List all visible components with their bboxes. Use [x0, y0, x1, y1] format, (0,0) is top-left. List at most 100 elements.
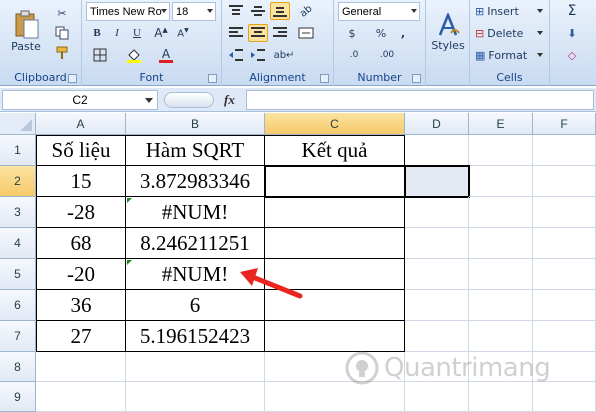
row-header-9[interactable]: 9	[0, 382, 36, 412]
cell-e5[interactable]	[469, 259, 533, 290]
col-header-e[interactable]: E	[469, 113, 533, 135]
insert-function-button[interactable]: fx	[224, 92, 235, 108]
orientation-button[interactable]: ab	[294, 2, 318, 20]
cell-a3[interactable]: -28	[36, 197, 126, 228]
cell-c7[interactable]	[265, 321, 405, 352]
clipboard-launcher[interactable]	[68, 74, 77, 83]
cell-e6[interactable]	[469, 290, 533, 321]
name-box[interactable]: C2	[2, 90, 158, 110]
cell-c2[interactable]	[264, 165, 406, 198]
row-header-6[interactable]: 6	[0, 290, 36, 321]
align-top-button[interactable]	[226, 2, 246, 20]
row-header-1[interactable]: 1	[0, 135, 36, 166]
cell-a4[interactable]: 68	[36, 228, 126, 259]
cell-f5[interactable]	[533, 259, 596, 290]
cell-a6[interactable]: 36	[36, 290, 126, 321]
row-header-3[interactable]: 3	[0, 197, 36, 228]
cell-d1[interactable]	[405, 135, 469, 166]
font-family-select[interactable]: Times New Ro	[86, 2, 170, 21]
cell-c4[interactable]	[265, 228, 405, 259]
paste-button[interactable]: Paste	[6, 4, 46, 58]
cell-e3[interactable]	[469, 197, 533, 228]
align-right-button[interactable]	[270, 24, 290, 42]
increase-decimal-button[interactable]: .0	[340, 46, 368, 64]
number-launcher[interactable]	[412, 74, 421, 83]
bold-button[interactable]: B	[88, 24, 106, 42]
format-button[interactable]: ▦ Format	[474, 46, 546, 64]
insert-button[interactable]: ⊞ Insert	[474, 2, 546, 20]
alignment-launcher[interactable]	[320, 74, 329, 83]
align-middle-button[interactable]	[248, 2, 268, 20]
cell-b3[interactable]: #NUM!	[126, 197, 265, 228]
clear-button[interactable]: ◇	[554, 46, 590, 64]
cell-a2[interactable]: 15	[36, 166, 126, 197]
cell-f9[interactable]	[533, 382, 596, 412]
fill-color-button[interactable]	[122, 46, 146, 64]
cell-e9[interactable]	[469, 382, 533, 412]
delete-button[interactable]: ⊟ Delete	[474, 24, 546, 42]
align-center-button[interactable]	[248, 24, 268, 42]
cell-d4[interactable]	[405, 228, 469, 259]
cell-f6[interactable]	[533, 290, 596, 321]
merge-center-button[interactable]	[294, 24, 318, 42]
font-size-select[interactable]: 18	[172, 2, 216, 21]
font-color-button[interactable]: A	[154, 46, 178, 64]
col-header-d[interactable]: D	[405, 113, 469, 135]
wrap-text-button[interactable]: ab↵	[270, 46, 298, 64]
cell-c9[interactable]	[265, 382, 405, 412]
cell-f2[interactable]	[533, 166, 596, 197]
cell-d5[interactable]	[405, 259, 469, 290]
cell-e4[interactable]	[469, 228, 533, 259]
decrease-decimal-button[interactable]: .00	[372, 46, 402, 64]
row-header-8[interactable]: 8	[0, 352, 36, 382]
cell-d3[interactable]	[405, 197, 469, 228]
cell-d9[interactable]	[405, 382, 469, 412]
formula-bar-splitter[interactable]	[164, 92, 214, 108]
cell-a7[interactable]: 27	[36, 321, 126, 352]
cell-b8[interactable]	[126, 352, 265, 382]
fill-button[interactable]: ⬇	[554, 24, 590, 42]
row-header-4[interactable]: 4	[0, 228, 36, 259]
cell-d2[interactable]	[404, 165, 470, 198]
cell-b9[interactable]	[126, 382, 265, 412]
col-header-c[interactable]: C	[265, 113, 405, 135]
col-header-f[interactable]: F	[533, 113, 596, 135]
cell-c3[interactable]	[265, 197, 405, 228]
font-launcher[interactable]	[208, 74, 217, 83]
underline-button[interactable]: U	[128, 24, 146, 42]
italic-button[interactable]: I	[108, 24, 126, 42]
cut-button[interactable]: ✂	[52, 4, 72, 22]
format-painter-button[interactable]	[52, 44, 72, 62]
cell-f4[interactable]	[533, 228, 596, 259]
currency-button[interactable]: $	[340, 24, 364, 42]
align-left-button[interactable]	[226, 24, 246, 42]
cell-b1[interactable]: Hàm SQRT	[126, 135, 265, 166]
cell-e1[interactable]	[469, 135, 533, 166]
formula-input[interactable]	[246, 90, 594, 110]
align-bottom-button[interactable]	[270, 2, 290, 20]
cell-b2[interactable]: 3.872983346	[126, 166, 265, 197]
cell-a8[interactable]	[36, 352, 126, 382]
cell-a9[interactable]	[36, 382, 126, 412]
decrease-indent-button[interactable]	[226, 46, 246, 64]
cell-f7[interactable]	[533, 321, 596, 352]
select-all-button[interactable]	[0, 113, 36, 135]
cell-e7[interactable]	[469, 321, 533, 352]
cell-d6[interactable]	[405, 290, 469, 321]
cell-f1[interactable]	[533, 135, 596, 166]
copy-button[interactable]	[52, 24, 72, 42]
cell-a5[interactable]: -20	[36, 259, 126, 290]
grow-font-button[interactable]: A▲	[152, 24, 170, 42]
cell-d7[interactable]	[405, 321, 469, 352]
number-format-select[interactable]: General	[338, 2, 420, 21]
autosum-button[interactable]: Σ	[554, 2, 590, 20]
cell-e2[interactable]	[469, 166, 533, 197]
shrink-font-button[interactable]: A▼	[174, 24, 192, 42]
col-header-b[interactable]: B	[126, 113, 265, 135]
row-header-5[interactable]: 5	[0, 259, 36, 290]
percent-button[interactable]: %	[372, 24, 390, 42]
col-header-a[interactable]: A	[36, 113, 126, 135]
cell-c1[interactable]: Kết quả	[265, 135, 405, 166]
cell-b7[interactable]: 5.196152423	[126, 321, 265, 352]
increase-indent-button[interactable]	[248, 46, 268, 64]
